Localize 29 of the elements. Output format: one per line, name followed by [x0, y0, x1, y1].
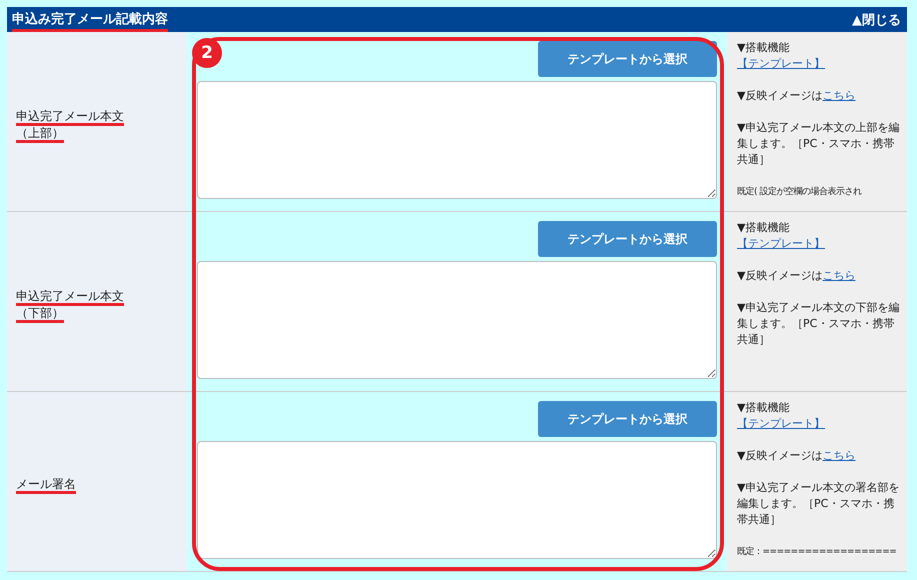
text-area[interactable]	[197, 261, 717, 379]
preview-text: ▼反映イメージはこちら	[737, 88, 856, 104]
feature-heading: ▼搭載機能	[737, 220, 790, 236]
feature-heading: ▼搭載機能	[737, 400, 790, 416]
text-area[interactable]	[197, 81, 717, 199]
row-label: 申込完了メール本文	[16, 108, 124, 126]
template-button[interactable]: テンプレートから選択	[538, 401, 717, 437]
preview-link[interactable]: こちら	[822, 89, 856, 102]
preview-text: ▼反映イメージはこちら	[737, 268, 856, 284]
template-link[interactable]: 【テンプレート】	[737, 417, 825, 430]
row-sublabel: （上部）	[16, 126, 64, 142]
preview-text: ▼反映イメージはこちら	[737, 448, 856, 464]
template-link[interactable]: 【テンプレート】	[737, 237, 825, 250]
close-link[interactable]: ▲閉じる	[852, 10, 901, 28]
default-text: 既定( 設定が空欄の場合表示され	[737, 186, 863, 199]
row-label: メール署名	[16, 477, 76, 494]
default-text: 既定：===================	[737, 546, 898, 559]
template-button[interactable]: テンプレートから選択	[538, 221, 717, 257]
preview-link[interactable]: こちら	[822, 269, 856, 282]
description-text: ▼申込完了メール本文の上部を編集します。［PC・スマホ・携帯共通］	[737, 120, 900, 168]
description-text: ▼申込完了メール本文の署名部を編集します。［PC・スマホ・携帯共通］	[737, 480, 900, 528]
template-button[interactable]: テンプレートから選択	[538, 41, 717, 77]
row-sublabel: （下部）	[16, 306, 64, 322]
description-text: ▼申込完了メール本文の下部を編集します。［PC・スマホ・携帯共通］	[737, 300, 900, 348]
text-area[interactable]	[197, 441, 717, 559]
template-link[interactable]: 【テンプレート】	[737, 57, 825, 70]
feature-heading: ▼搭載機能	[737, 40, 790, 56]
row-label: 申込完了メール本文	[16, 288, 124, 306]
preview-link[interactable]: こちら	[822, 449, 856, 462]
